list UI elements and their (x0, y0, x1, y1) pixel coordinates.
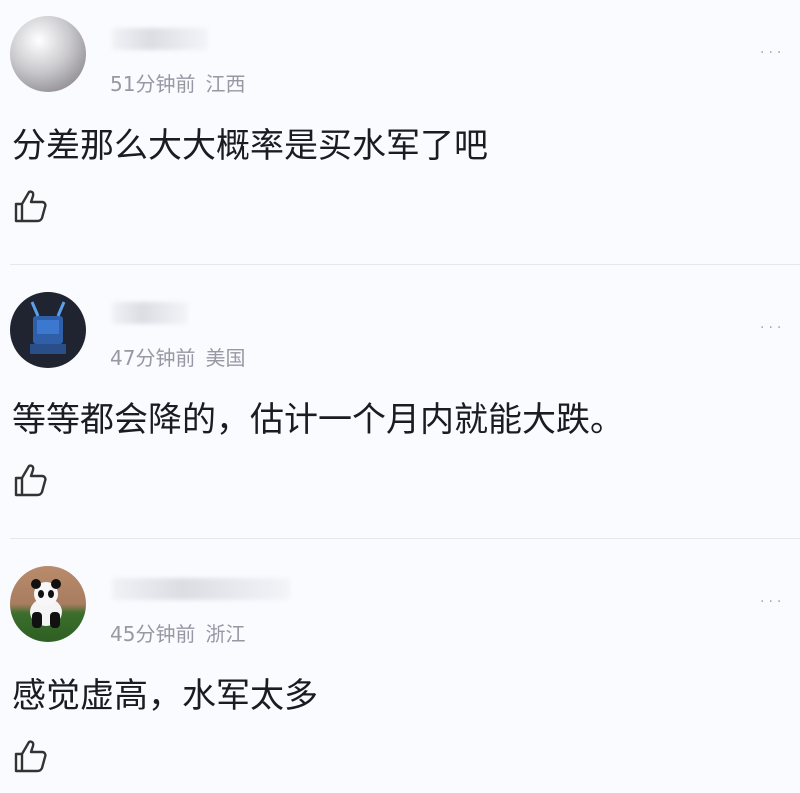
comment-location: 浙江 (205, 622, 246, 646)
more-dots-icon[interactable]: ··· (760, 320, 785, 336)
divider (10, 264, 800, 265)
thumbs-up-icon[interactable] (12, 738, 48, 774)
more-dots-icon[interactable]: ··· (760, 45, 785, 61)
user-avatar[interactable] (10, 566, 86, 642)
thumbs-up-icon[interactable] (12, 188, 48, 224)
divider (10, 538, 800, 539)
comment-location: 江西 (205, 72, 246, 96)
user-avatar[interactable] (10, 292, 86, 368)
comment-text: 感觉虚高，水军太多 (12, 676, 318, 716)
username-blurred[interactable] (112, 28, 208, 50)
comment-text: 等等都会降的，估计一个月内就能大跌。 (12, 400, 624, 440)
comment-meta: 45分钟前 浙江 (110, 618, 245, 647)
comment-location: 美国 (205, 346, 246, 370)
comment-text: 分差那么大大概率是买水军了吧 (12, 126, 488, 166)
more-dots-icon[interactable]: ··· (760, 594, 785, 610)
robot-avatar-icon (30, 301, 66, 354)
username-blurred[interactable] (112, 302, 188, 324)
user-avatar[interactable] (10, 16, 86, 92)
comment-time: 47分钟前 (110, 346, 196, 370)
username-blurred[interactable] (112, 578, 290, 600)
comment-time: 51分钟前 (110, 72, 196, 96)
panda-avatar-icon (30, 579, 62, 628)
thumbs-up-icon[interactable] (12, 462, 48, 498)
comment-meta: 51分钟前 江西 (110, 68, 245, 97)
comment-time: 45分钟前 (110, 622, 196, 646)
comment-meta: 47分钟前 美国 (110, 342, 245, 371)
